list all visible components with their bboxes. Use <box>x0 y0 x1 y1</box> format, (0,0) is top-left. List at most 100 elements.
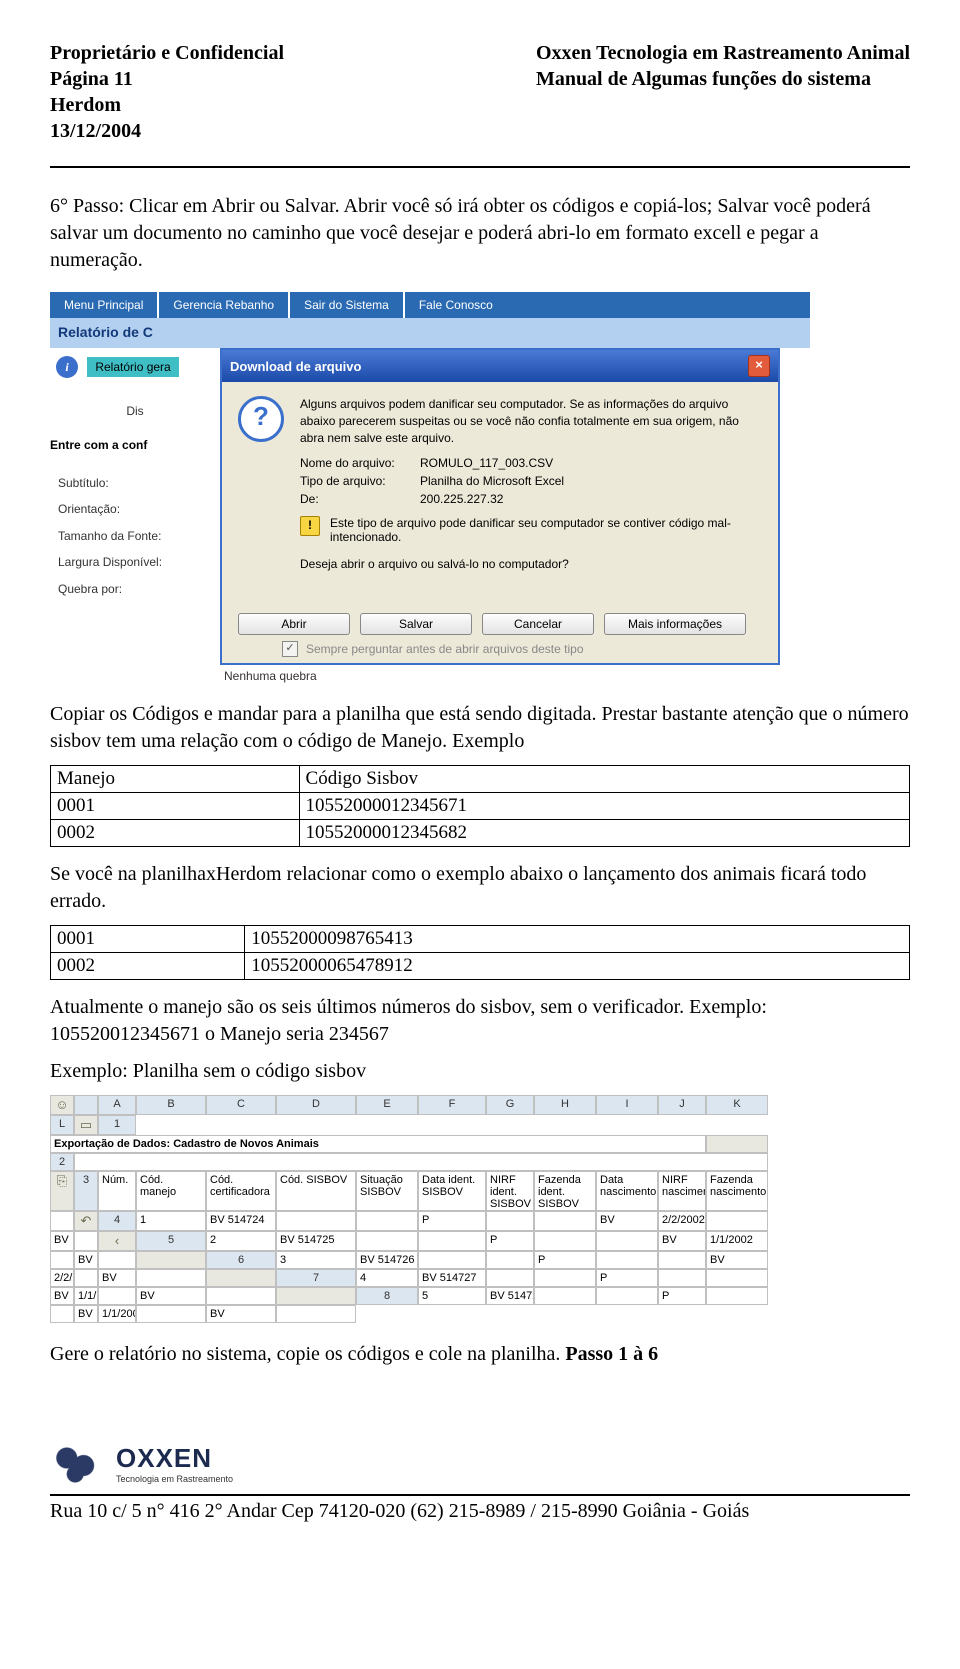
row-header: 2 <box>50 1153 74 1171</box>
example-table-wrong: 000110552000098765413 000210552000065478… <box>50 925 910 980</box>
excel-field-header: Cód. certificadora <box>206 1171 276 1211</box>
menu-sair[interactable]: Sair do Sistema <box>290 292 405 318</box>
save-button[interactable]: Salvar <box>360 613 472 635</box>
cancel-button[interactable]: Cancelar <box>482 613 594 635</box>
footer-address: Rua 10 c/ 5 n° 416 2° Andar Cep 74120-02… <box>50 1500 910 1523</box>
excel-field-header: NIRF nascimento <box>658 1171 706 1211</box>
menu-fale-conosco[interactable]: Fale Conosco <box>405 292 507 318</box>
field-tamanho-fonte: Tamanho da Fonte: <box>58 523 220 549</box>
excel-field-header: Fazenda ident. SISBOV <box>534 1171 596 1211</box>
excel-cell <box>276 1211 356 1231</box>
row-header: 7 <box>276 1269 356 1287</box>
dialog-message: Alguns arquivos podem danificar seu comp… <box>300 396 762 446</box>
excel-cell: BV <box>74 1251 98 1269</box>
col-header: G <box>486 1095 534 1115</box>
dialog-question: Deseja abrir o arquivo ou salvá-lo no co… <box>300 556 762 573</box>
menu-gerencia-rebanho[interactable]: Gerencia Rebanho <box>159 292 290 318</box>
col-header: B <box>136 1095 206 1115</box>
filename-label: Nome do arquivo: <box>300 456 420 470</box>
excel-cell <box>418 1231 486 1251</box>
logo-name: OXXEN <box>116 1443 233 1474</box>
excel-cell: BV <box>596 1211 658 1231</box>
excel-cell <box>486 1211 534 1231</box>
excel-cell: 2/2/2002 <box>50 1269 74 1287</box>
excel-field-header: Cód. manejo <box>136 1171 206 1211</box>
table-row: 0001 <box>51 926 245 953</box>
table-row: 0002 <box>51 820 300 847</box>
header-left: Proprietário e Confidencial Página 11 He… <box>50 40 284 144</box>
excel-cell: 3 <box>276 1251 356 1269</box>
section-title: Relatório de C <box>50 318 161 348</box>
table-row: 0001 <box>51 793 300 820</box>
quebra-value: Nenhuma quebra <box>220 665 810 683</box>
excel-cell <box>418 1251 486 1269</box>
col-header: D <box>276 1095 356 1115</box>
excel-cell: BV 514724 <box>206 1211 276 1231</box>
excel-cell: BV 514727 <box>418 1269 486 1287</box>
excel-cell <box>356 1231 418 1251</box>
excel-cell: BV <box>50 1231 74 1251</box>
step6-paragraph: 6° Passo: Clicar em Abrir ou Salvar. Abr… <box>50 193 910 274</box>
excel-cell: BV <box>706 1251 768 1269</box>
example-table-correct: ManejoCódigo Sisbov 00011055200001234567… <box>50 765 910 847</box>
from-value: 200.225.227.32 <box>420 492 503 506</box>
excel-cell: P <box>658 1287 706 1305</box>
icon-slot <box>206 1269 276 1287</box>
filename-value: ROMULO_117_003.CSV <box>420 456 553 470</box>
logo-icon <box>50 1438 106 1488</box>
table-row: 10552000012345671 <box>299 793 909 820</box>
excel-cell <box>50 1305 74 1323</box>
field-orientacao: Orientação: <box>58 496 220 522</box>
close-icon[interactable]: × <box>748 355 770 377</box>
excel-field-header: Núm. <box>98 1171 136 1211</box>
row-header: 8 <box>356 1287 418 1305</box>
col-header: A <box>98 1095 136 1115</box>
wrong-example-text: Se você na planilhaxHerdom relacionar co… <box>50 861 910 915</box>
excel-cell: BV <box>98 1269 136 1287</box>
excel-cell <box>596 1231 658 1251</box>
icon-slot <box>276 1287 356 1305</box>
app-menubar: Menu Principal Gerencia Rebanho Sair do … <box>50 292 810 318</box>
excel-cell: P <box>534 1251 596 1269</box>
excel-cell <box>356 1211 418 1231</box>
excel-cell <box>98 1287 136 1305</box>
excel-cell: 5 <box>418 1287 486 1305</box>
excel-cell: BV <box>50 1287 74 1305</box>
table-row: 10552000012345682 <box>299 820 909 847</box>
excel-field-header: Fazenda nascimento <box>706 1171 768 1211</box>
excel-cell <box>486 1251 534 1269</box>
col-header: L <box>50 1115 74 1135</box>
excel-cell: BV 514725 <box>276 1231 356 1251</box>
footer-divider <box>50 1494 910 1496</box>
report-label: Relatório gera <box>87 357 178 377</box>
always-ask-label: Sempre perguntar antes de abrir arquivos… <box>306 642 584 656</box>
more-info-button[interactable]: Mais informações <box>604 613 746 635</box>
th-sisbov: Código Sisbov <box>299 766 909 793</box>
excel-field-header: Cód. SISBOV <box>276 1171 356 1211</box>
atualmente-text: Atualmente o manejo são os seis últimos … <box>50 994 910 1048</box>
gere-relatorio-text: Gere o relatório no sistema, copie os có… <box>50 1341 910 1368</box>
menu-principal[interactable]: Menu Principal <box>50 292 159 318</box>
header-right: Oxxen Tecnologia em Rastreamento Animal … <box>536 40 910 144</box>
th-manejo: Manejo <box>51 766 300 793</box>
excel-cell: P <box>486 1231 534 1251</box>
always-ask-checkbox[interactable]: ✓ <box>282 641 298 657</box>
icon-slot <box>706 1135 768 1153</box>
excel-cell <box>706 1287 768 1305</box>
table-row: 10552000098765413 <box>245 926 910 953</box>
excel-cell <box>534 1231 596 1251</box>
confirm-label: Entre com a conf <box>50 418 220 452</box>
excel-cell: 1/1/2002 <box>98 1305 136 1323</box>
row-header: 4 <box>98 1211 136 1231</box>
open-button[interactable]: Abrir <box>238 613 350 635</box>
exemplo-planilha-label: Exemplo: Planilha sem o código sisbov <box>50 1058 910 1085</box>
new-icon: ▭ <box>74 1115 98 1135</box>
excel-cell: 1/1/2002 <box>74 1287 98 1305</box>
download-dialog: Download de arquivo × ? Alguns arquivos … <box>220 348 780 665</box>
row-header: 5 <box>136 1231 206 1251</box>
warning-text: Este tipo de arquivo pode danificar seu … <box>330 516 762 544</box>
excel-cell: 1/1/2002 <box>706 1231 768 1251</box>
col-header: E <box>356 1095 418 1115</box>
excel-cell <box>658 1269 706 1287</box>
excel-cell <box>50 1251 74 1269</box>
